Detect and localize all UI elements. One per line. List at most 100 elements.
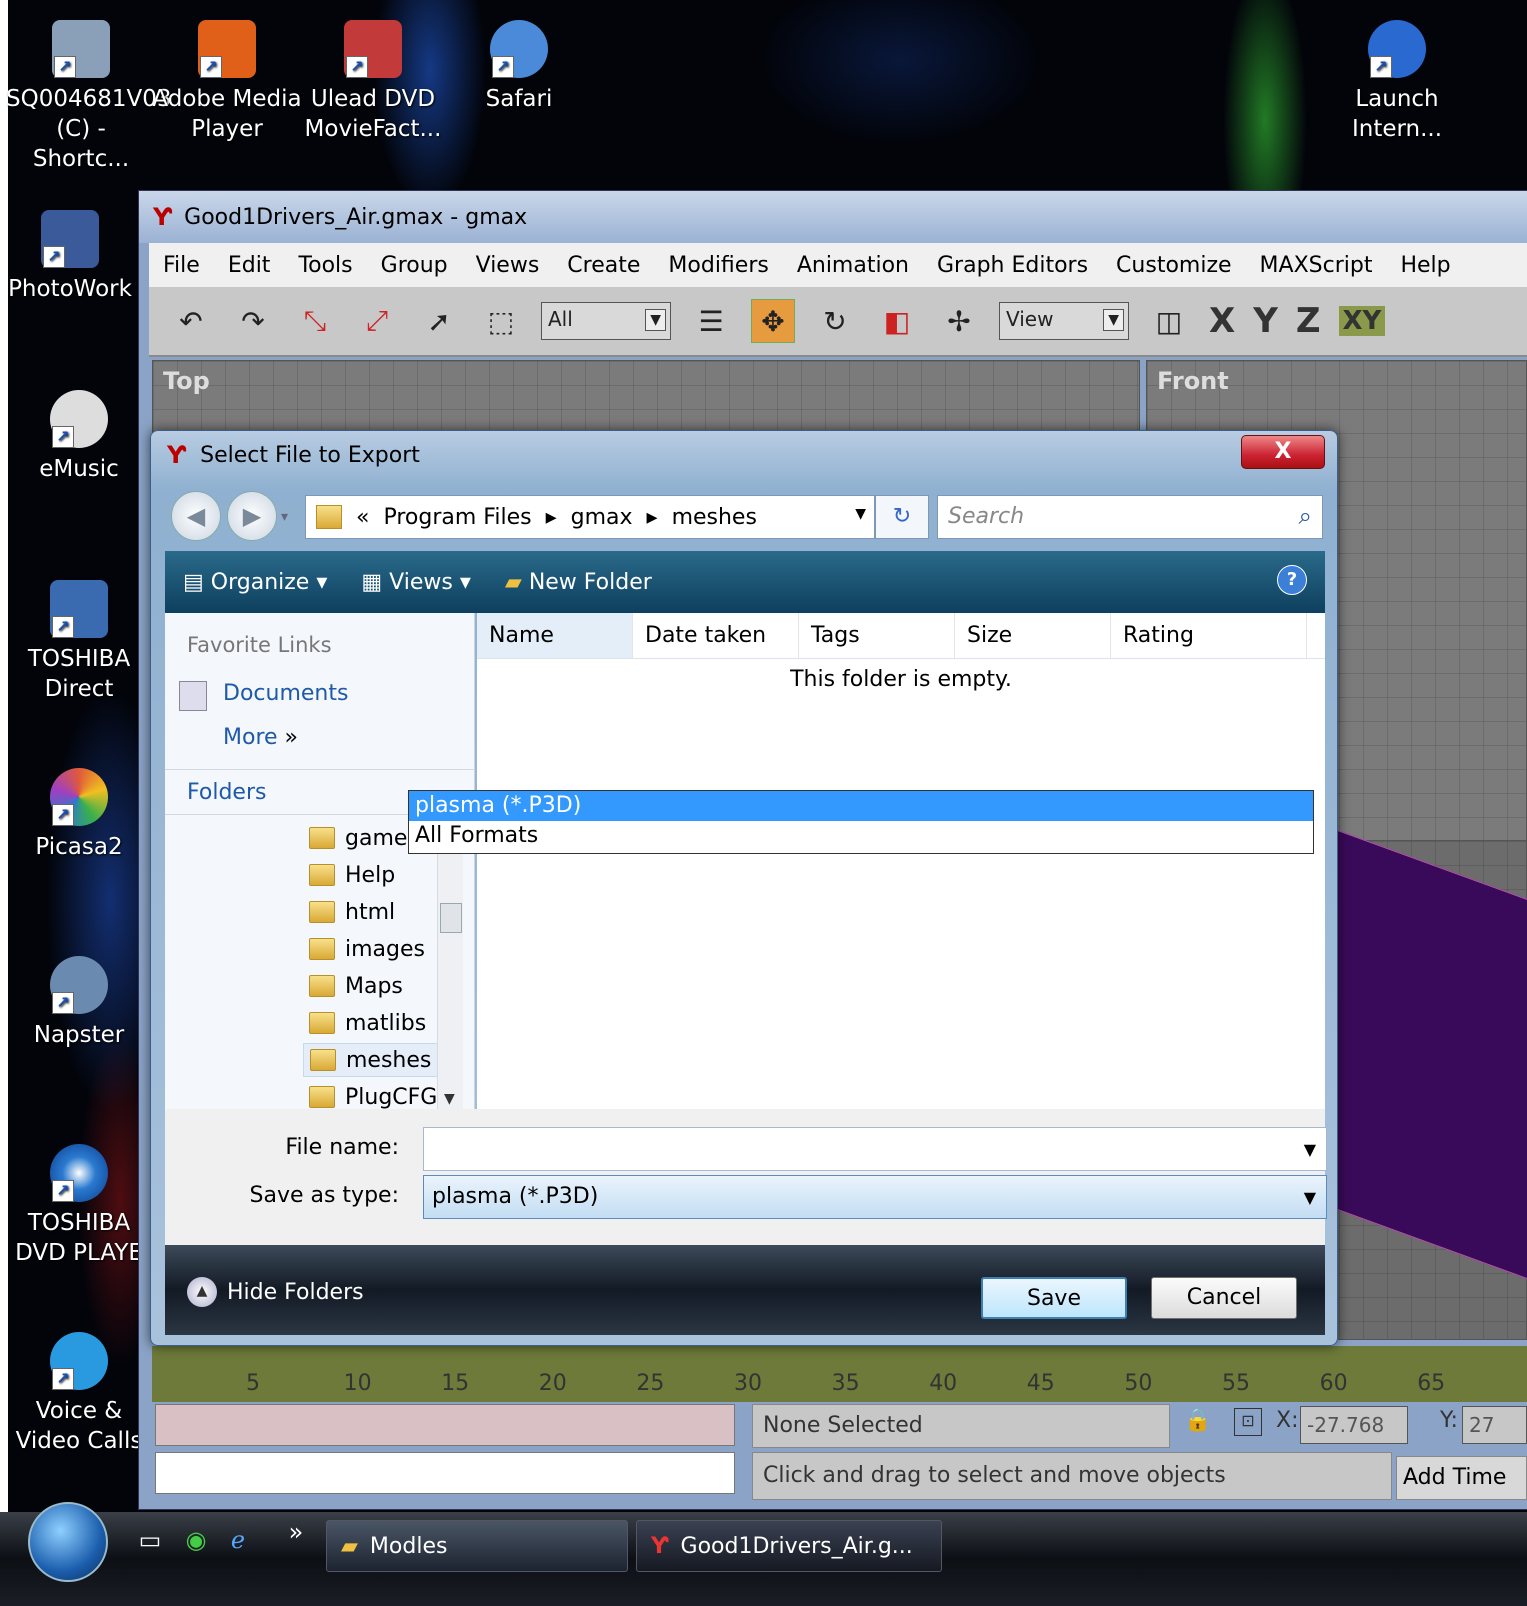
chevron-down-icon[interactable]: ▼	[1304, 1188, 1316, 1207]
y-coord-field[interactable]: 27	[1462, 1406, 1527, 1444]
select-arrow-icon[interactable]: ➚	[417, 299, 461, 343]
pivot-icon[interactable]: ✢	[937, 299, 981, 343]
x-coord-field[interactable]: -27.768	[1300, 1406, 1408, 1444]
tree-item-images[interactable]: images	[303, 932, 431, 966]
breadcrumb-program-files[interactable]: Program Files	[383, 505, 531, 530]
chevron-down-icon[interactable]: ▼	[1304, 1140, 1316, 1159]
help-button[interactable]: ?	[1277, 565, 1307, 595]
absolute-mode-icon[interactable]: ⊡	[1234, 1408, 1262, 1436]
desktop-icon-picasa2[interactable]: ↗ Picasa2	[4, 768, 154, 862]
desktop-icon-toshiba-dvd-player[interactable]: ↗ TOSHIBA DVD PLAYE	[4, 1144, 154, 1268]
scale-icon[interactable]: ◧	[875, 299, 919, 343]
recent-pages-chevron-icon[interactable]: ▾	[281, 509, 288, 525]
dialog-title-bar[interactable]: Ƴ Select File to Export	[167, 441, 420, 469]
gmax-title-bar[interactable]: Ƴ Good1Drivers_Air.gmax - gmax	[139, 191, 1527, 243]
desktop-icon-adobe-media-player[interactable]: ↗ Adobe Media Player	[152, 20, 302, 144]
desktop-icon-internet-explorer[interactable]: ↗ Launch Intern...	[1322, 20, 1472, 144]
scroll-thumb[interactable]	[440, 903, 462, 933]
menu-file[interactable]: File	[163, 253, 200, 278]
select-by-name-icon[interactable]: ☰	[689, 299, 733, 343]
tree-item-html[interactable]: html	[303, 895, 401, 929]
selection-filter-select[interactable]: All	[541, 302, 671, 340]
move-icon[interactable]: ✥	[751, 299, 795, 343]
type-option-all-formats[interactable]: All Formats	[409, 821, 1313, 851]
menu-graph-editors[interactable]: Graph Editors	[937, 253, 1088, 278]
tree-item-help[interactable]: Help	[303, 858, 401, 892]
tree-item-maps[interactable]: Maps	[303, 969, 409, 1003]
search-input[interactable]: Search ⌕	[937, 495, 1323, 539]
select-region-icon[interactable]: ⬚	[479, 299, 523, 343]
address-bar[interactable]: « Program Files ▸ gmax ▸ meshes ▼	[305, 495, 875, 539]
menu-help[interactable]: Help	[1400, 253, 1450, 278]
save-type-select[interactable]: plasma (*.P3D) ▼	[423, 1175, 1327, 1219]
column-name[interactable]: Name	[477, 613, 633, 658]
taskbar-button-modles[interactable]: ▰ Modles	[326, 1520, 628, 1572]
column-tags[interactable]: Tags	[799, 613, 955, 658]
save-button[interactable]: Save	[981, 1277, 1127, 1319]
desktop-icon-photowork[interactable]: ↗ PhotoWork	[0, 210, 140, 304]
back-arrow-icon[interactable]: ◀	[171, 491, 221, 541]
desktop-icon-safari[interactable]: ↗ Safari	[444, 20, 594, 114]
menu-group[interactable]: Group	[381, 253, 448, 278]
menu-create[interactable]: Create	[567, 253, 640, 278]
desktop-icon-napster[interactable]: ↗ Napster	[4, 956, 154, 1050]
maxscript-listener-line[interactable]	[155, 1404, 735, 1446]
viewport-front-label[interactable]: Front	[1157, 367, 1229, 395]
undo-icon[interactable]: ↶	[169, 299, 213, 343]
axis-x-button[interactable]: X	[1209, 301, 1235, 341]
tree-scrollbar[interactable]: ▲▼	[437, 817, 463, 1109]
start-button[interactable]	[28, 1502, 108, 1582]
internet-explorer-icon[interactable]: ℯ	[222, 1526, 254, 1558]
favorite-link-documents[interactable]: Documents	[223, 681, 348, 706]
column-date-taken[interactable]: Date taken	[633, 613, 799, 658]
type-option-plasma[interactable]: plasma (*.P3D)	[409, 791, 1313, 821]
desktop-icon-toshiba-direct[interactable]: ↗ TOSHIBA Direct	[4, 580, 154, 704]
menu-customize[interactable]: Customize	[1116, 253, 1231, 278]
views-button[interactable]: ▦ Views ▾	[361, 570, 471, 595]
refresh-icon[interactable]: ↻	[875, 495, 929, 539]
maxscript-output-line[interactable]	[155, 1452, 735, 1494]
column-size[interactable]: Size	[955, 613, 1111, 658]
column-rating[interactable]: Rating	[1111, 613, 1307, 658]
address-dropdown-icon[interactable]: ▼	[855, 506, 866, 522]
taskbar-button-gmax[interactable]: Ƴ Good1Drivers_Air.g...	[636, 1520, 942, 1572]
add-time-tag-button[interactable]: Add Time	[1396, 1456, 1527, 1500]
tree-item-matlibs[interactable]: matlibs	[303, 1006, 432, 1040]
breadcrumb-overflow[interactable]: «	[356, 505, 369, 530]
breadcrumb-separator-icon[interactable]: ▸	[546, 505, 557, 530]
breadcrumb-meshes[interactable]: meshes	[672, 505, 757, 530]
scroll-down-icon[interactable]: ▼	[444, 1091, 455, 1107]
reference-coordinate-select[interactable]: View	[999, 302, 1129, 340]
desktop-icon-ulead-dvd[interactable]: ↗ Ulead DVD MovieFact...	[298, 20, 448, 144]
menu-tools[interactable]: Tools	[298, 253, 352, 278]
rotate-icon[interactable]: ↻	[813, 299, 857, 343]
quick-launch-more[interactable]: »	[280, 1518, 312, 1550]
forward-arrow-icon[interactable]: ▶	[227, 491, 277, 541]
cancel-button[interactable]: Cancel	[1151, 1277, 1297, 1319]
unlink-icon[interactable]: ⤢	[355, 299, 399, 343]
link-icon[interactable]: ⤡	[293, 299, 337, 343]
close-button[interactable]: X	[1241, 435, 1325, 469]
file-name-input[interactable]: ▼	[423, 1127, 1327, 1171]
menu-modifiers[interactable]: Modifiers	[668, 253, 768, 278]
tree-item-meshes[interactable]: meshes	[303, 1043, 439, 1077]
menu-maxscript[interactable]: MAXScript	[1260, 253, 1373, 278]
viewport-top-label[interactable]: Top	[163, 367, 210, 395]
axis-z-button[interactable]: Z	[1296, 301, 1321, 341]
axis-xy-button[interactable]: XY	[1338, 306, 1386, 336]
breadcrumb-separator-icon[interactable]: ▸	[647, 505, 658, 530]
menu-views[interactable]: Views	[476, 253, 540, 278]
search-icon[interactable]: ⌕	[1299, 502, 1312, 530]
new-folder-button[interactable]: ▰ New Folder	[505, 570, 652, 595]
menu-animation[interactable]: Animation	[797, 253, 909, 278]
lock-selection-icon[interactable]: 🔒	[1184, 1408, 1211, 1433]
time-slider-track[interactable]: 5 10 15 20 25 30 35 40 45 50 55 60 65	[152, 1346, 1527, 1402]
quick-launch-globe-icon[interactable]: ◉	[180, 1526, 212, 1558]
menu-edit[interactable]: Edit	[228, 253, 271, 278]
favorite-link-more[interactable]: More »	[223, 725, 298, 750]
breadcrumb-gmax[interactable]: gmax	[571, 505, 633, 530]
organize-button[interactable]: ▤ Organize ▾	[183, 570, 327, 595]
axis-y-button[interactable]: Y	[1253, 301, 1278, 341]
mirror-icon[interactable]: ◫	[1147, 299, 1191, 343]
desktop-icon-skype[interactable]: ↗ Voice & Video Calls	[4, 1332, 154, 1456]
